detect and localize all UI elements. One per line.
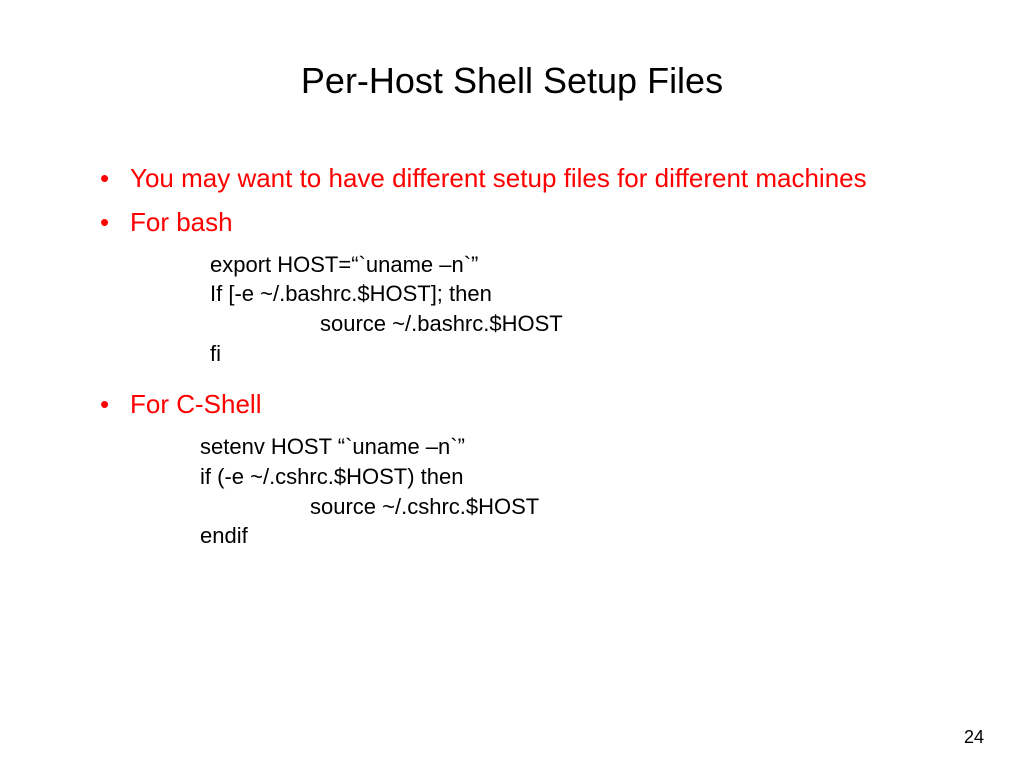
slide-title: Per-Host Shell Setup Files [80,60,944,102]
code-line: endif [200,523,248,548]
bullet-item-3: For C-Shell [100,388,944,422]
code-line: export HOST=“`uname –n`” [210,252,478,277]
code-block-csh: setenv HOST “`uname –n`” if (-e ~/.cshrc… [200,432,944,551]
code-line: setenv HOST “`uname –n`” [200,434,465,459]
code-line: if (-e ~/.cshrc.$HOST) then [200,464,463,489]
code-line: source ~/.cshrc.$HOST [310,494,539,519]
code-line: source ~/.bashrc.$HOST [320,311,563,336]
bullet-list: You may want to have different setup fil… [80,162,944,240]
page-number: 24 [964,727,984,748]
code-line: If [-e ~/.bashrc.$HOST]; then [210,281,492,306]
bullet-list: For C-Shell [80,388,944,422]
code-block-bash: export HOST=“`uname –n`” If [-e ~/.bashr… [210,250,944,369]
bullet-item-1: You may want to have different setup fil… [100,162,944,196]
code-line: fi [210,341,221,366]
slide: Per-Host Shell Setup Files You may want … [0,0,1024,768]
bullet-item-2: For bash [100,206,944,240]
